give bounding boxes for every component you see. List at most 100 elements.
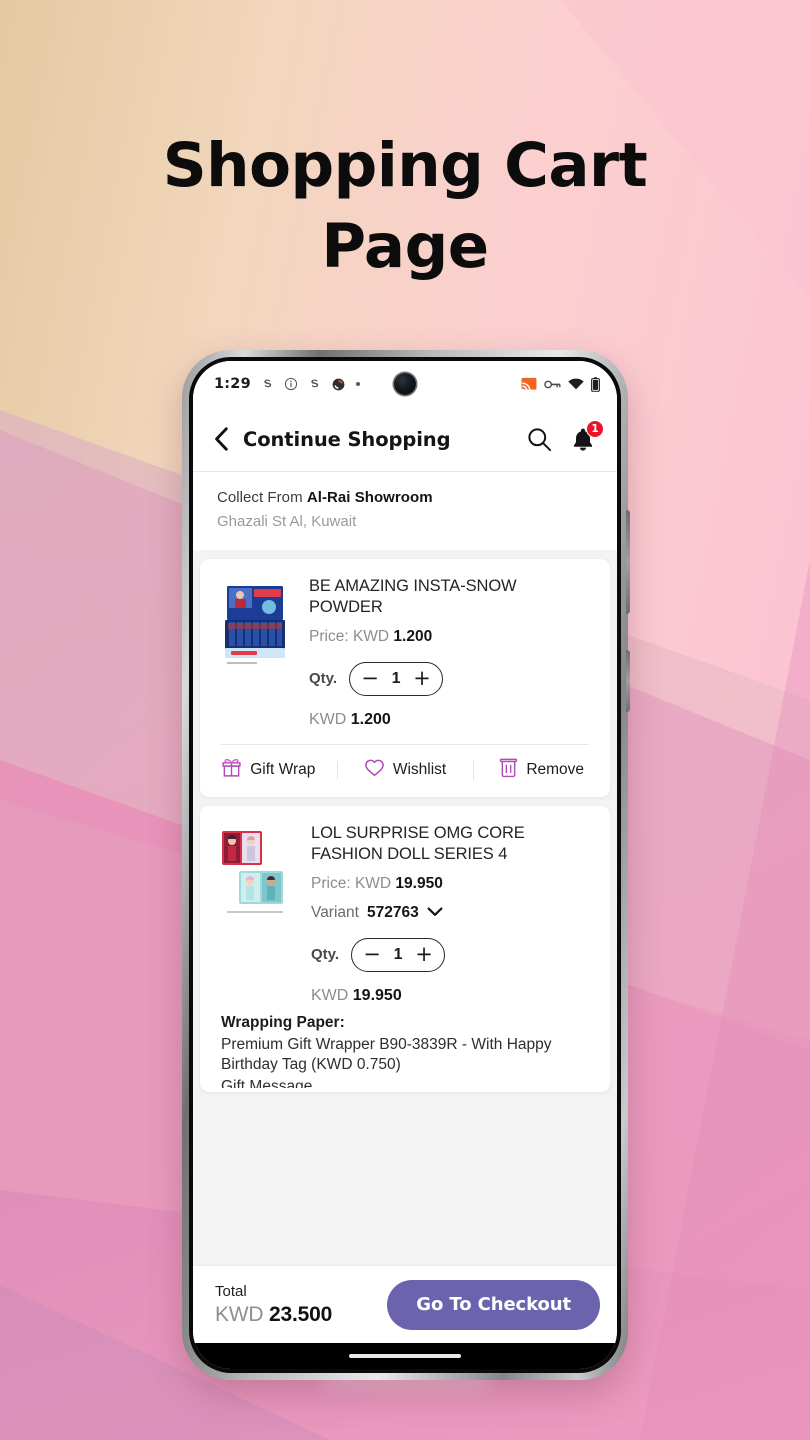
gift-wrap-label: Gift Wrap xyxy=(250,760,316,778)
total-block: Total KWD 23.500 xyxy=(215,1283,332,1327)
skype-icon xyxy=(260,377,275,392)
phone-bezel: 1:29 Continue Shopping 1 Collect From Al… xyxy=(189,357,621,1373)
sync-icon xyxy=(331,377,346,392)
item-actions: Gift Wrap Wishlist Remove xyxy=(200,745,610,797)
line-total-currency: KWD xyxy=(311,986,349,1004)
price-currency: KWD xyxy=(354,874,392,892)
cast-icon xyxy=(521,377,537,391)
page-title: Shopping Cart Page xyxy=(0,125,810,287)
total-amount: KWD 23.500 xyxy=(215,1303,332,1327)
status-time: 1:29 xyxy=(214,376,251,392)
phone-device: 1:29 Continue Shopping 1 Collect From Al… xyxy=(182,350,630,1380)
wifi-icon xyxy=(568,378,584,390)
pickup-store-line: Collect From Al-Rai Showroom xyxy=(217,489,593,506)
product-name[interactable]: BE AMAZING INSTA-SNOW POWDER xyxy=(309,576,594,618)
variant-selector[interactable]: Variant 572763 xyxy=(311,904,594,922)
quantity-stepper[interactable]: − 1 + xyxy=(351,937,446,972)
chevron-down-icon[interactable] xyxy=(427,904,443,922)
quantity-label: Qty. xyxy=(311,946,340,964)
volume-button[interactable] xyxy=(626,510,630,614)
cart-item-row: LOL SURPRISE OMG CORE FASHION DOLL SERIE… xyxy=(200,821,610,1005)
line-total: KWD 19.950 xyxy=(311,987,594,1005)
line-total-value: 1.200 xyxy=(350,710,391,728)
page-title-line-2: Page xyxy=(321,211,489,283)
quantity-value: 1 xyxy=(391,669,401,687)
cart-summary-bar: Total KWD 23.500 Go To Checkout xyxy=(193,1265,617,1343)
price-currency: KWD xyxy=(352,627,390,645)
pickup-location-card[interactable]: Collect From Al-Rai Showroom Ghazali St … xyxy=(193,471,617,550)
wrapping-paper-title: Wrapping Paper: xyxy=(221,1013,345,1031)
status-bar: 1:29 xyxy=(193,361,617,407)
cart-item-info: BE AMAZING INSTA-SNOW POWDER Price: KWD … xyxy=(309,574,594,729)
cart-scroll-area[interactable]: Collect From Al-Rai Showroom Ghazali St … xyxy=(193,471,617,1265)
pickup-prefix: Collect From xyxy=(217,489,307,506)
wishlist-button[interactable]: Wishlist xyxy=(336,758,474,782)
remove-label: Remove xyxy=(526,760,585,778)
pickup-address: Ghazali St Al, Kuwait xyxy=(217,513,357,530)
go-to-checkout-button[interactable]: Go To Checkout xyxy=(387,1279,600,1330)
quantity-label: Qty. xyxy=(309,670,338,688)
cart-item-info: LOL SURPRISE OMG CORE FASHION DOLL SERIE… xyxy=(311,821,594,1005)
price-value: 19.950 xyxy=(395,874,443,892)
status-bar-right xyxy=(521,376,600,392)
variant-value: 572763 xyxy=(366,903,419,921)
page-title-line-1: Shopping Cart xyxy=(162,130,648,201)
pickup-store-name: Al-Rai Showroom xyxy=(306,489,433,506)
home-gesture-pill[interactable] xyxy=(349,1354,461,1358)
variant-label: Variant xyxy=(311,903,359,921)
line-total-value: 19.950 xyxy=(352,986,402,1004)
wrapping-paper-description: Premium Gift Wrapper B90-3839R - With Ha… xyxy=(221,1035,552,1074)
product-name[interactable]: LOL SURPRISE OMG CORE FASHION DOLL SERIE… xyxy=(311,823,594,865)
lol-surprise-doll-boxes-icon xyxy=(222,830,283,913)
product-unit-price: Price: KWD 1.200 xyxy=(309,628,594,646)
line-total-currency: KWD xyxy=(309,710,347,728)
header-title: Continue Shopping xyxy=(243,427,451,451)
wishlist-label: Wishlist xyxy=(392,760,447,778)
heart-icon xyxy=(364,758,385,782)
total-value: 23.500 xyxy=(269,1302,333,1326)
product-unit-price: Price: KWD 19.950 xyxy=(311,875,594,893)
header-actions: 1 xyxy=(527,419,604,452)
info-circle-icon xyxy=(284,377,298,391)
total-label: Total xyxy=(215,1282,247,1300)
skype-icon xyxy=(307,377,322,392)
wrapping-paper-section: Wrapping Paper: Premium Gift Wrapper B90… xyxy=(200,1005,610,1092)
gift-wrap-icon xyxy=(221,757,242,783)
price-label: Price: xyxy=(311,874,351,892)
price-value: 1.200 xyxy=(393,627,433,645)
insta-snow-display-box-icon xyxy=(225,586,285,664)
cart-item-row: BE AMAZING INSTA-SNOW POWDER Price: KWD … xyxy=(200,574,610,729)
power-button[interactable] xyxy=(626,650,630,712)
quantity-stepper[interactable]: − 1 + xyxy=(349,661,444,696)
product-thumbnail[interactable] xyxy=(217,574,295,670)
product-thumbnail[interactable] xyxy=(217,821,297,917)
phone-screen: 1:29 Continue Shopping 1 Collect From Al… xyxy=(193,361,617,1369)
cart-item-card: LOL SURPRISE OMG CORE FASHION DOLL SERIE… xyxy=(200,805,610,1093)
vpn-key-icon xyxy=(544,379,561,390)
cart-item-card: BE AMAZING INSTA-SNOW POWDER Price: KWD … xyxy=(200,559,610,797)
battery-icon xyxy=(591,376,600,392)
notification-badge: 1 xyxy=(586,419,604,438)
price-label: Price: xyxy=(309,627,349,645)
status-bar-left: 1:29 xyxy=(214,376,361,392)
quantity-value: 1 xyxy=(393,945,403,963)
notification-bell[interactable]: 1 xyxy=(571,419,604,452)
chevron-left-icon[interactable] xyxy=(210,425,233,453)
quantity-increment-button[interactable]: + xyxy=(408,664,436,694)
line-total: KWD 1.200 xyxy=(309,711,594,729)
app-header: Continue Shopping 1 xyxy=(193,407,617,471)
trash-icon xyxy=(499,757,518,783)
quantity-decrement-button[interactable]: − xyxy=(356,664,384,694)
total-currency: KWD xyxy=(215,1302,264,1326)
quantity-increment-button[interactable]: + xyxy=(410,940,438,970)
dot-icon xyxy=(355,381,361,387)
quantity-row: Qty. − 1 + xyxy=(309,661,594,696)
quantity-decrement-button[interactable]: − xyxy=(358,940,386,970)
remove-button[interactable]: Remove xyxy=(473,757,610,783)
gift-wrap-button[interactable]: Gift Wrap xyxy=(200,757,337,783)
search-icon[interactable] xyxy=(527,427,552,452)
quantity-row: Qty. − 1 + xyxy=(311,937,594,972)
front-camera xyxy=(394,373,416,395)
android-navigation-bar xyxy=(193,1343,617,1369)
wrapping-paper-cutoff-line: Gift Message xyxy=(221,1078,313,1089)
